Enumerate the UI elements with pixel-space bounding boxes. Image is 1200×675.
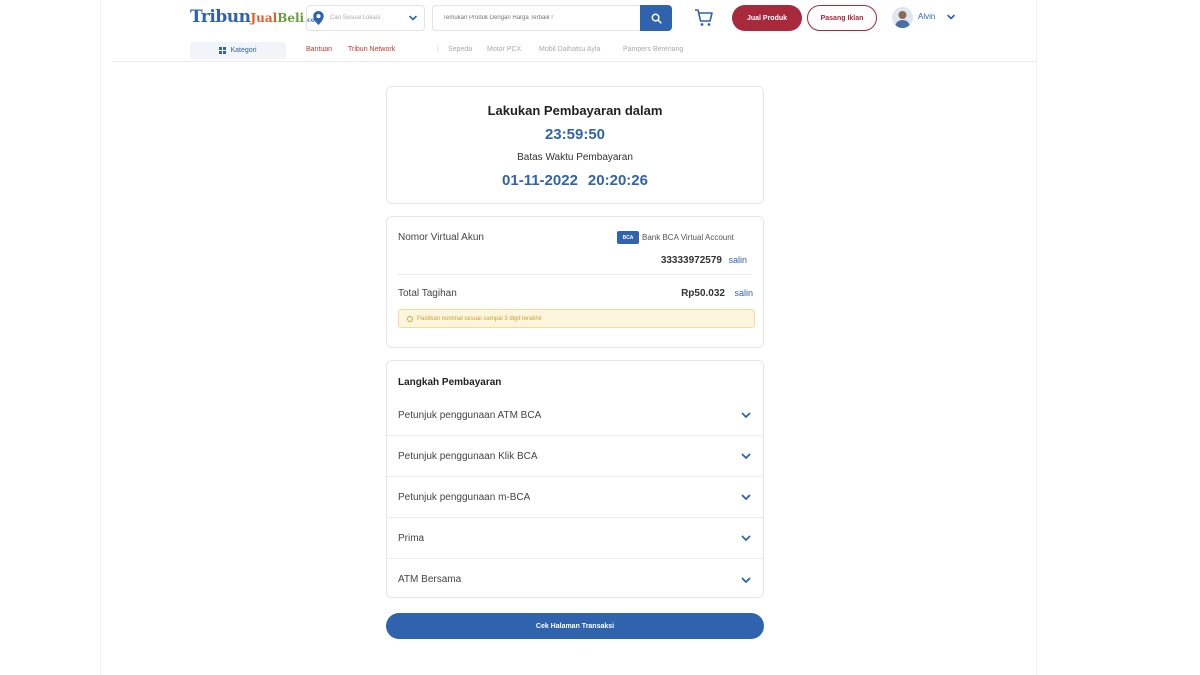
search-button[interactable] <box>640 5 672 31</box>
accordion-label: Prima <box>398 532 425 544</box>
virtual-account-card: Nomor Virtual Akun BCA Bank BCA Virtual … <box>386 216 764 348</box>
help-link[interactable]: Bantuan <box>306 46 332 53</box>
user-avatar-icon <box>895 11 910 28</box>
tribun-network-link[interactable]: Tribun Network <box>348 46 395 53</box>
accordion-label: Petunjuk penggunaan Klik BCA <box>398 450 538 462</box>
bca-logo: BCA <box>617 231 639 244</box>
deadline-datetime: 01-11-2022 20:20:26 <box>387 172 763 189</box>
info-icon <box>407 315 413 322</box>
chevron-down-icon <box>741 453 751 460</box>
total-amount: Rp50.032 <box>681 288 725 299</box>
chevron-down-icon[interactable] <box>946 12 956 22</box>
bank-name: Bank BCA Virtual Account <box>642 233 734 242</box>
search-icon <box>651 13 662 24</box>
chevron-down-icon <box>741 535 751 542</box>
deadline-date: 01-11-2022 <box>502 172 578 189</box>
total-label: Total Tagihan <box>398 288 457 299</box>
search-field[interactable] <box>432 5 641 31</box>
countdown-timer: 23:59:50 <box>544 126 606 143</box>
user-name[interactable]: Alvin <box>918 12 935 21</box>
search-input[interactable] <box>443 15 630 21</box>
payment-steps-card: Langkah Pembayaran Petunjuk penggunaan A… <box>386 360 764 598</box>
nominal-notice: Pastikan nominal sesuai sampai 3 digit t… <box>398 309 755 328</box>
map-pin-icon <box>313 11 324 25</box>
popular-search-link[interactable]: Sepeda <box>448 46 472 53</box>
popular-search-link[interactable]: Motor PCX <box>487 46 521 53</box>
accordion-item-m-bca[interactable]: Petunjuk penggunaan m-BCA <box>387 477 763 518</box>
popular-search-link[interactable]: Pampers Berenang <box>623 46 683 53</box>
steps-title: Langkah Pembayaran <box>398 377 502 388</box>
category-button[interactable]: Kategori <box>190 42 286 59</box>
header-divider <box>112 61 1037 62</box>
accordion-item-klik-bca[interactable]: Petunjuk penggunaan Klik BCA <box>387 436 763 477</box>
accordion-item-atm-bca[interactable]: Petunjuk penggunaan ATM BCA <box>387 395 763 436</box>
accordion-label: Petunjuk penggunaan m-BCA <box>398 491 531 503</box>
divider <box>398 274 752 275</box>
countdown-title: Lakukan Pembayaran dalam <box>487 103 663 118</box>
chevron-down-icon <box>741 577 751 583</box>
chevron-down-icon <box>409 15 417 21</box>
avatar[interactable] <box>892 7 913 28</box>
notice-text: Pastikan nominal sesuai sampai 3 digit t… <box>417 315 543 322</box>
payment-countdown-card: Lakukan Pembayaran dalam 23:59:50 Batas … <box>386 86 764 204</box>
deadline-time: 20:20:26 <box>587 172 648 189</box>
accordion-item-atm-bersama[interactable]: ATM Bersama <box>387 559 763 600</box>
check-transaction-button[interactable]: Cek Halaman Transaksi <box>386 613 764 639</box>
top-header: Tribun Jual Beli .com Cari Sesuai Lokasi… <box>0 0 1200 62</box>
site-logo[interactable]: Tribun Jual Beli .com <box>190 7 321 29</box>
chevron-down-icon <box>741 494 751 501</box>
location-placeholder: Cari Sesuai Lokasi <box>330 15 381 21</box>
accordion-item-prima[interactable]: Prima <box>387 518 763 559</box>
accordion-label: Petunjuk penggunaan ATM BCA <box>398 409 542 421</box>
va-label: Nomor Virtual Akun <box>398 232 484 243</box>
deadline-label: Batas Waktu Pembayaran <box>517 152 633 163</box>
accordion-label: ATM Bersama <box>398 574 462 585</box>
chevron-down-icon <box>741 412 751 419</box>
post-ad-button[interactable]: Pasang Iklan <box>807 5 877 31</box>
location-select[interactable]: Cari Sesuai Lokasi <box>306 5 425 31</box>
copy-va-number-button[interactable]: salin <box>728 255 747 265</box>
cart-icon[interactable] <box>694 8 714 28</box>
grid-icon <box>219 47 227 54</box>
subnav-separator: | <box>437 46 439 53</box>
va-number: 33333972579 <box>660 255 722 266</box>
popular-search-link[interactable]: Mobil Daihatsu Ayla <box>539 46 600 53</box>
sell-product-button[interactable]: Jual Produk <box>732 5 802 31</box>
copy-total-button[interactable]: salin <box>734 288 753 298</box>
category-label: Kategori <box>230 47 257 54</box>
